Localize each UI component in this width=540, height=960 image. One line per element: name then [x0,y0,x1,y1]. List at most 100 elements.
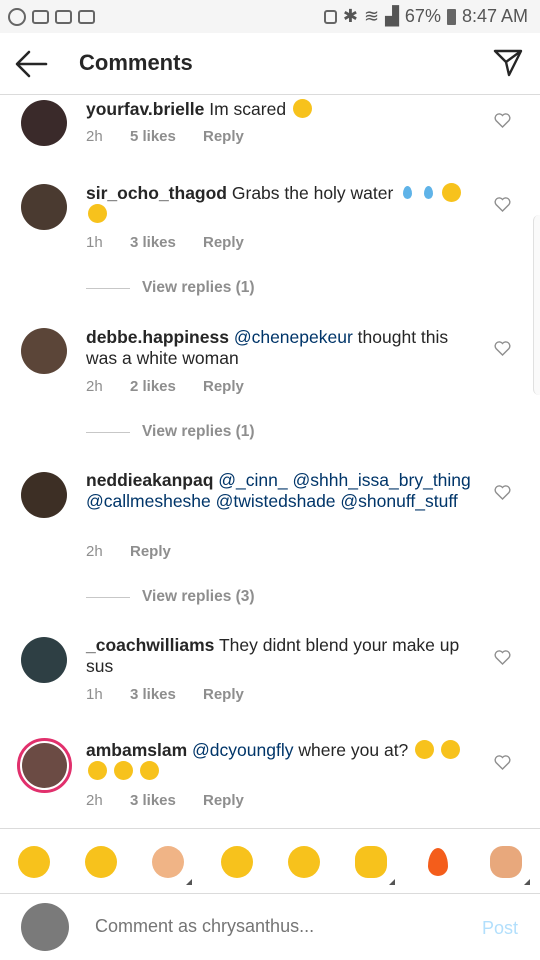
comment-likes[interactable]: 3 likes [130,686,203,703]
comment-meta: 2h 3 likes Reply [86,792,244,809]
comment-username[interactable]: debbe.happiness [86,327,229,347]
back-arrow-icon[interactable] [14,49,48,79]
skin-tone-indicator [524,879,530,885]
status-bar-system: ✱ ≋ ▟ 67% 8:47 AM [323,6,528,27]
avatar-image [22,743,67,788]
battery-icon [446,8,456,25]
heart-icon[interactable] [494,755,511,770]
comment-text: sir_ocho_thagod Grabs the holy water [86,183,481,225]
comment-meta: 1h 3 likes Reply [86,686,244,703]
comment-input[interactable] [95,916,455,937]
gallery-icon [55,9,72,24]
divider [86,431,130,433]
rofl-emoji-button[interactable] [85,846,117,878]
reply-button[interactable]: Reply [203,128,244,145]
my-avatar [21,903,69,951]
post-button[interactable]: Post [482,918,518,939]
comment-body: Grabs the holy water [231,183,394,203]
whatsapp-icon [8,7,26,26]
comment-likes[interactable]: 2 likes [130,378,203,395]
comment-body: where you at? [298,740,409,760]
ok-hand-emoji-button[interactable] [355,846,387,878]
view-replies-label: View replies (1) [142,423,255,440]
avatar-with-story[interactable] [17,738,72,793]
woozy-emoji-button[interactable] [288,846,320,878]
scrollbar[interactable] [533,215,540,395]
comment-likes[interactable]: 3 likes [130,234,203,251]
comment-likes[interactable]: 3 likes [130,792,203,809]
comment-username[interactable]: yourfav.brielle [86,99,204,119]
heart-icon[interactable] [494,341,511,356]
bluetooth-icon: ✱ [342,6,358,26]
emoji-quick-bar [0,828,540,894]
view-replies-button[interactable]: View replies (3) [86,588,255,606]
heart-icon[interactable] [494,650,511,665]
comment-text: yourfav.brielle Im scared [86,99,481,120]
reply-button[interactable]: Reply [203,792,244,809]
comment-text: neddieakanpaq @_cinn_ @shhh_issa_bry_thi… [86,470,481,512]
comment-mention[interactable]: @chenepekeur [234,327,353,347]
comment-text: debbe.happiness @chenepekeur thought thi… [86,327,481,369]
reply-button[interactable]: Reply [203,378,244,395]
comment-likes[interactable]: 5 likes [130,128,203,145]
grin-emoji-button[interactable] [221,846,253,878]
fist-emoji-button[interactable] [490,846,522,878]
battery-percent: 67% [404,6,441,26]
joy-emoji [139,761,159,780]
wifi-icon: ≋ [363,6,380,26]
comment-username[interactable]: ambamslam [86,740,187,760]
sweat-droplets-emoji [400,183,414,202]
comment-meta: 2h 5 likes Reply [86,128,244,145]
view-replies-button[interactable]: View replies (1) [86,279,255,297]
view-replies-label: View replies (3) [142,588,255,605]
boy-emoji-button[interactable] [152,846,184,878]
comment-username[interactable]: sir_ocho_thagod [86,183,227,203]
reply-button[interactable]: Reply [130,543,171,560]
avatar[interactable] [21,328,67,374]
comment-text: ambamslam @dcyoungfly where you at? [86,740,481,782]
comment-time: 2h [86,378,103,395]
comment-meta: 2h Reply [86,543,171,560]
comment-body: Im scared [209,99,287,119]
skin-tone-indicator [389,879,395,885]
heart-icon[interactable] [494,113,511,128]
comment-mention[interactable]: @dcyoungfly [192,740,293,760]
comment-time: 2h [86,543,103,560]
view-replies-label: View replies (1) [142,279,255,296]
comment-username[interactable]: neddieakanpaq [86,470,213,490]
mail-icon [32,9,49,24]
comment-time: 2h [86,128,103,145]
comment-username[interactable]: _coachwilliams [86,635,214,655]
joy-emoji [415,740,435,759]
joy-emoji [441,183,461,202]
signal-icon: ▟ [385,6,399,26]
reply-button[interactable]: Reply [203,234,244,251]
comment-meta: 2h 2 likes Reply [86,378,244,395]
view-replies-button[interactable]: View replies (1) [86,423,255,441]
joy-emoji [88,204,107,223]
mail-icon-2 [78,9,95,24]
comment-composer: Post [0,894,540,960]
status-bar: ✱ ≋ ▟ 67% 8:47 AM [0,0,540,33]
avatar[interactable] [21,100,67,146]
status-bar-notifications [8,7,95,26]
joy-emoji [88,761,107,780]
joy-emoji [441,740,461,759]
reply-button[interactable]: Reply [203,686,244,703]
comment-text: _coachwilliams They didnt blend your mak… [86,635,481,677]
direct-send-icon[interactable] [492,47,524,79]
confused-emoji [292,99,312,118]
comment-time: 1h [86,686,103,703]
page-title: Comments [79,50,193,75]
heart-icon[interactable] [494,197,511,212]
fire-emoji-button[interactable] [422,846,454,878]
droplet-emoji [421,183,435,202]
comment-time: 1h [86,234,103,251]
avatar[interactable] [21,637,67,683]
avatar[interactable] [21,472,67,518]
comment-time: 2h [86,792,103,809]
avatar[interactable] [21,184,67,230]
joy-emoji-button[interactable] [18,846,50,878]
divider [86,596,130,598]
heart-icon[interactable] [494,485,511,500]
